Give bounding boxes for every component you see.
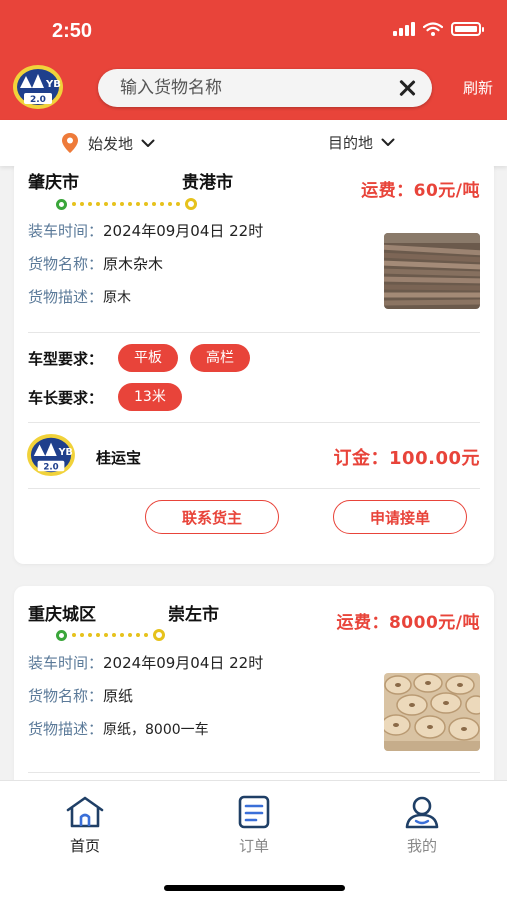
origin-city: 肇庆市 <box>28 173 79 193</box>
goods-name-label: 货物名称： <box>28 255 104 273</box>
status-icons <box>393 22 484 36</box>
divider <box>28 488 480 489</box>
location-pin-icon <box>62 133 78 153</box>
goods-desc-value: 原纸，8000一车 <box>103 722 209 738</box>
home-indicator <box>164 885 345 891</box>
contact-shipper-button[interactable]: 联系货主 <box>145 500 279 534</box>
vehicle-type-tag: 平板 <box>118 344 178 372</box>
apply-order-button[interactable]: 申请接单 <box>333 500 467 534</box>
load-time: 装车时间：2024年09月04日 22时 <box>28 652 263 673</box>
order-list[interactable]: 肇庆市 贵港市 运费：60元/吨 装车时间：2024年09月04日 22时 货物… <box>0 166 507 780</box>
goods-photo[interactable] <box>384 233 480 309</box>
shipper-avatar: YB 2.0 <box>27 433 75 477</box>
freight-price: 运费：8000元/吨 <box>336 613 480 633</box>
origin-filter[interactable]: 始发地 <box>60 132 155 154</box>
order-card[interactable]: 重庆城区 崇左市 运费：8000元/吨 装车时间：2024年09月04日 22时… <box>14 586 494 780</box>
home-icon <box>66 796 104 828</box>
tab-profile[interactable]: 我的 <box>382 795 462 856</box>
route-line <box>56 198 197 210</box>
svg-text:YB: YB <box>45 79 61 90</box>
tab-orders[interactable]: 订单 <box>214 795 294 856</box>
divider <box>28 332 480 333</box>
destination-filter[interactable]: 目的地 <box>328 132 395 153</box>
goods-photo[interactable] <box>384 673 480 751</box>
app-header: 2:50 YB 2.0 刷新 <box>0 0 507 120</box>
goods-name-value: 原木杂木 <box>103 255 164 273</box>
tab-home-label: 首页 <box>69 837 100 855</box>
tab-orders-label: 订单 <box>238 837 269 855</box>
order-icon <box>238 795 270 829</box>
status-time: 2:50 <box>52 20 93 42</box>
search-input[interactable] <box>120 78 396 98</box>
battery-icon <box>451 22 484 36</box>
vehicle-length-label: 车长要求： <box>28 389 104 407</box>
vehicle-type-label: 车型要求： <box>28 350 104 368</box>
route-end-dot <box>153 629 165 641</box>
order-card[interactable]: 肇庆市 贵港市 运费：60元/吨 装车时间：2024年09月04日 22时 货物… <box>14 166 494 564</box>
origin-city: 重庆城区 <box>28 605 96 625</box>
svg-text:YB: YB <box>58 447 73 458</box>
route-line <box>56 629 165 641</box>
load-time-value: 2024年09月04日 22时 <box>103 222 264 240</box>
route-start-dot <box>56 198 67 210</box>
tab-home[interactable]: 首页 <box>45 795 125 856</box>
goods-desc-label: 货物描述： <box>28 720 104 738</box>
destination-label: 目的地 <box>328 134 374 152</box>
goods-desc: 货物描述：原木 <box>28 286 131 307</box>
clear-icon[interactable] <box>396 77 418 99</box>
goods-name-label: 货物名称： <box>28 687 104 705</box>
vehicle-length-tag: 13米 <box>118 383 182 411</box>
divider <box>28 422 480 423</box>
signal-icon <box>393 22 415 36</box>
freight-price: 运费：60元/吨 <box>361 181 480 201</box>
goods-name: 货物名称：原木杂木 <box>28 253 163 274</box>
load-time: 装车时间：2024年09月04日 22时 <box>28 220 263 241</box>
route-start-dot <box>56 629 67 641</box>
filter-bar: 始发地 目的地 <box>0 120 507 166</box>
profile-icon <box>405 796 439 829</box>
search-box <box>98 69 432 107</box>
goods-desc: 货物描述：原纸，8000一车 <box>28 718 209 739</box>
goods-name: 货物名称：原纸 <box>28 685 133 706</box>
chevron-down-icon <box>141 139 155 147</box>
svg-text:2.0: 2.0 <box>30 95 46 105</box>
divider <box>28 772 480 773</box>
load-time-value: 2024年09月04日 22时 <box>103 654 264 672</box>
wifi-icon <box>423 22 443 36</box>
route-end-dot <box>185 198 197 210</box>
deposit-amount: 订金：100.00元 <box>333 448 480 469</box>
goods-desc-value: 原木 <box>103 290 132 306</box>
goods-name-value: 原纸 <box>103 687 134 705</box>
refresh-button[interactable]: 刷新 <box>463 77 493 98</box>
load-time-label: 装车时间： <box>28 222 104 240</box>
goods-desc-label: 货物描述： <box>28 288 104 306</box>
svg-text:2.0: 2.0 <box>43 462 58 472</box>
chevron-down-icon <box>381 138 395 146</box>
vehicle-type-tag: 高栏 <box>190 344 250 372</box>
load-time-label: 装车时间： <box>28 654 104 672</box>
tab-bar: 首页 订单 我的 <box>0 780 507 900</box>
destination-city: 贵港市 <box>182 173 233 193</box>
origin-label: 始发地 <box>88 134 134 153</box>
app-logo: YB 2.0 <box>13 65 63 109</box>
shipper-name: 桂运宝 <box>96 449 142 467</box>
destination-city: 崇左市 <box>168 605 219 625</box>
tab-profile-label: 我的 <box>406 837 437 855</box>
